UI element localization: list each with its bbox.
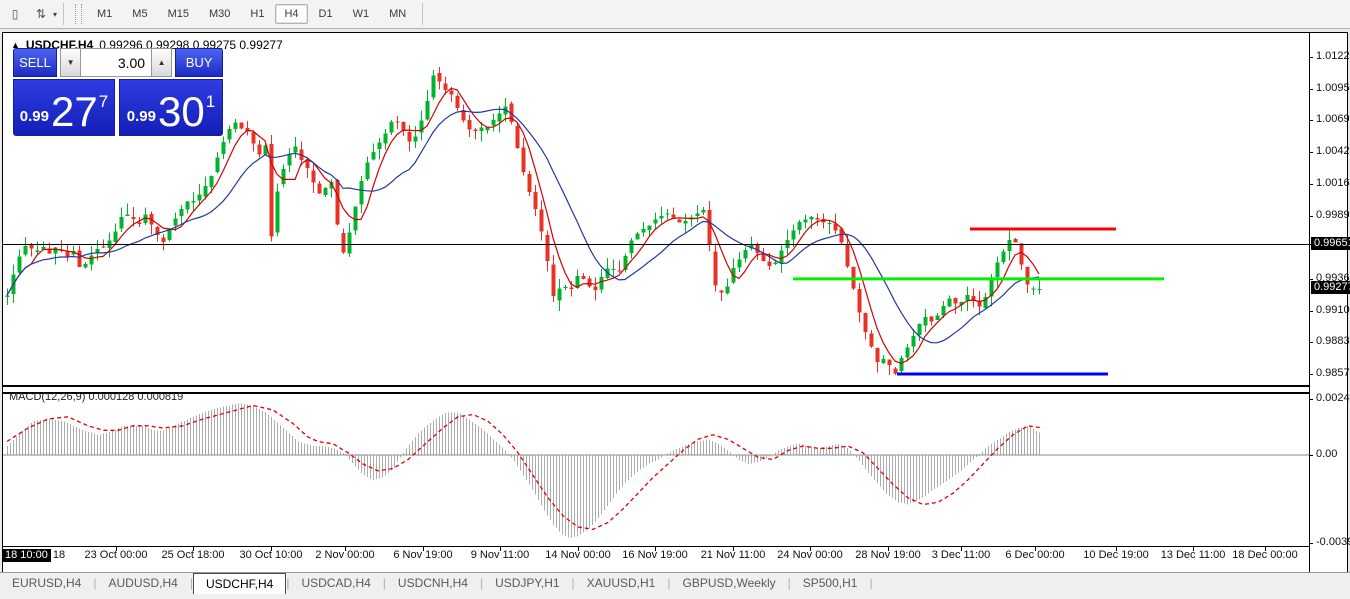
buy-button[interactable]: BUY <box>175 48 223 77</box>
tf-button-mn[interactable]: MN <box>380 4 415 24</box>
time-tick-mark <box>733 547 734 551</box>
time-tick-mark <box>423 547 424 551</box>
price-axis-label: 1.00955 <box>1316 82 1350 94</box>
axis-tick-mark <box>1309 311 1313 312</box>
price-axis-label: 1.00425 <box>1316 145 1350 157</box>
toolbar-separator <box>63 3 64 25</box>
volume-increase-button[interactable]: ▲ <box>151 48 172 77</box>
time-tick-mark <box>1116 547 1117 551</box>
buy-price-prefix: 0.99 <box>127 108 156 125</box>
tab-separator: | <box>869 576 872 590</box>
buy-price-pip: 1 <box>206 84 215 112</box>
price-axis-label: 0.98570 <box>1316 367 1350 379</box>
tab-usdcad-h4[interactable]: USDCAD,H4 <box>289 574 382 593</box>
axis-tick-mark <box>1309 216 1313 217</box>
price-axis-label: 0.99895 <box>1316 209 1350 221</box>
toolbar-grip[interactable] <box>75 4 82 24</box>
tf-button-m15[interactable]: M15 <box>159 4 198 24</box>
tab-usdcnh-h4[interactable]: USDCNH,H4 <box>386 574 480 593</box>
axis-tick-mark <box>1309 89 1313 90</box>
price-tag-099277: 0.99277 <box>1311 281 1350 294</box>
axis-tick-mark <box>1309 455 1313 456</box>
tab-audusd-h4[interactable]: AUDUSD,H4 <box>96 574 189 593</box>
tab-xauusd-h1[interactable]: XAUUSD,H1 <box>575 574 668 593</box>
axis-tick-mark <box>1309 543 1313 544</box>
tab-eurusd-h4[interactable]: EURUSD,H4 <box>0 574 93 593</box>
time-tick-mark <box>578 547 579 551</box>
time-tick-mark <box>1265 547 1266 551</box>
time-axis-label: 18 <box>53 549 65 561</box>
time-tick-mark <box>1035 547 1036 551</box>
arrange-charts-icon[interactable]: ⇅ <box>30 4 52 24</box>
tf-button-m30[interactable]: M30 <box>200 4 239 24</box>
tab-sp500-h1[interactable]: SP500,H1 <box>791 574 870 593</box>
axis-tick-mark <box>1309 342 1313 343</box>
tf-button-d1[interactable]: D1 <box>310 4 342 24</box>
tf-button-h4[interactable]: H4 <box>275 4 307 24</box>
macd-axis-label: 0.00 <box>1316 448 1337 460</box>
axis-tick-mark <box>1309 399 1313 400</box>
macd-axis-label: 0.002492 <box>1316 392 1350 404</box>
one-click-trading-panel: SELL ▼ ▲ BUY 0.99 27 7 0.99 30 1 <box>13 48 223 136</box>
sell-price-display[interactable]: 0.99 27 7 <box>13 79 115 136</box>
axis-tick-mark <box>1309 279 1313 280</box>
toolbar-separator <box>422 3 423 25</box>
chart-window: ▲ USDCHF,H4 0.99296 0.99298 0.99275 0.99… <box>2 32 1348 573</box>
sell-price-pip: 7 <box>99 84 108 112</box>
tf-button-w1[interactable]: W1 <box>344 4 379 24</box>
timeframe-button-group: M1M5M15M30H1H4D1W1MN <box>87 4 416 24</box>
axis-tick-mark <box>1309 374 1313 375</box>
time-tick-mark <box>193 547 194 551</box>
price-axis-label: 1.01220 <box>1316 50 1350 62</box>
mt4-terminal: { "colors":{"candle_up":"#00b42c","candl… <box>0 0 1350 598</box>
time-tick-mark <box>500 547 501 551</box>
sell-price-main: 27 <box>51 93 98 131</box>
time-tick-mark <box>271 547 272 551</box>
buy-price-display[interactable]: 0.99 30 1 <box>119 79 223 136</box>
tab-gbpusd-weekly[interactable]: GBPUSD,Weekly <box>670 574 787 593</box>
pane-separator[interactable] <box>3 385 1309 394</box>
axis-tick-mark <box>1309 184 1313 185</box>
time-tick-mark <box>810 547 811 551</box>
axis-tick-mark <box>1309 57 1313 58</box>
tf-button-m5[interactable]: M5 <box>123 4 156 24</box>
time-tick-mark <box>961 547 962 551</box>
macd-bottom-border <box>3 546 1309 547</box>
price-axis-label: 1.00690 <box>1316 113 1350 125</box>
volume-decrease-button[interactable]: ▼ <box>60 48 81 77</box>
time-tick-mark <box>1193 547 1194 551</box>
tf-button-m1[interactable]: M1 <box>88 4 121 24</box>
axis-tick-mark <box>1309 120 1313 121</box>
tab-usdchf-h4[interactable]: USDCHF,H4 <box>193 573 286 594</box>
macd-axis-label: -0.003913 <box>1316 536 1350 548</box>
axis-separator <box>1309 33 1310 572</box>
time-tick-mark <box>655 547 656 551</box>
chevron-down-icon[interactable]: ▾ <box>53 10 57 19</box>
buy-price-main: 30 <box>158 93 205 131</box>
chart-shift-icon[interactable]: ▯ <box>4 4 26 24</box>
sell-button[interactable]: SELL <box>13 48 57 77</box>
volume-input[interactable] <box>81 48 151 77</box>
tab-usdjpy-h1[interactable]: USDJPY,H1 <box>483 574 571 593</box>
chart-tab-bar: EURUSD,H4|AUDUSD,H4|USDCHF,H4|USDCAD,H4|… <box>0 572 1350 599</box>
macd-indicator-label: MACD(12,26,9) 0.000128 0.000819 <box>9 391 183 403</box>
tf-button-h1[interactable]: H1 <box>241 4 273 24</box>
price-tag-099651: 0.99651 <box>1311 237 1350 250</box>
price-axis-label: 0.99100 <box>1316 304 1350 316</box>
crosshair-time-label: 18 10:00 <box>3 549 51 562</box>
time-tick-mark <box>888 547 889 551</box>
time-tick-mark <box>116 547 117 551</box>
sell-price-prefix: 0.99 <box>20 108 49 125</box>
time-tick-mark <box>345 547 346 551</box>
price-axis-label: 1.00160 <box>1316 177 1350 189</box>
top-toolbar: ▯ ⇅ ▾ M1M5M15M30H1H4D1W1MN <box>0 0 1350 29</box>
price-axis-label: 0.98835 <box>1316 335 1350 347</box>
axis-tick-mark <box>1309 152 1313 153</box>
